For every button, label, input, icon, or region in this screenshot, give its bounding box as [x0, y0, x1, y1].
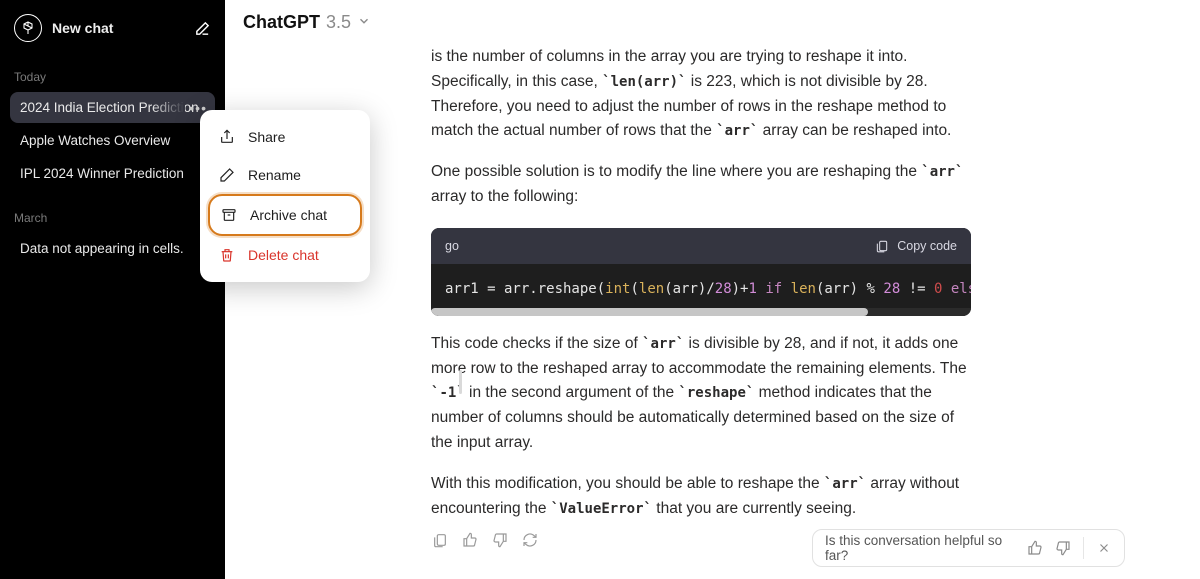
- inline-code: reshape: [678, 385, 754, 401]
- code-block: go Copy code arr1 = arr.reshape(int(len(…: [431, 228, 971, 316]
- sidebar-item-label: Apple Watches Overview: [20, 133, 170, 148]
- trash-icon: [218, 246, 236, 264]
- openai-logo-icon: [14, 14, 42, 42]
- thumbs-up-icon[interactable]: [461, 531, 479, 549]
- new-chat-label: New chat: [52, 20, 183, 36]
- feedback-bar: Is this conversation helpful so far?: [812, 529, 1125, 567]
- inline-code: arr: [716, 123, 758, 139]
- new-chat-button[interactable]: New chat: [6, 8, 219, 48]
- sidebar-group-march: March Data not appearing in cells.: [6, 211, 219, 264]
- sidebar-item[interactable]: 2024 India Election Prediction •••: [10, 92, 215, 123]
- clipboard-icon: [873, 237, 891, 255]
- sidebar-item[interactable]: IPL 2024 Winner Prediction: [10, 158, 215, 189]
- clipboard-icon[interactable]: [431, 531, 449, 549]
- model-name: ChatGPT: [243, 12, 320, 33]
- scrollbar-thumb[interactable]: [431, 308, 868, 316]
- paragraph: With this modification, you should be ab…: [431, 472, 971, 522]
- menu-label: Rename: [248, 167, 301, 183]
- pencil-icon: [218, 166, 236, 184]
- code-block-body[interactable]: arr1 = arr.reshape(int(len(arr)/28)+1 if…: [431, 264, 971, 316]
- menu-share[interactable]: Share: [208, 118, 362, 156]
- menu-archive[interactable]: Archive chat: [208, 194, 362, 236]
- chevron-down-icon: [357, 12, 371, 33]
- menu-rename[interactable]: Rename: [208, 156, 362, 194]
- code-block-header: go Copy code: [431, 228, 971, 264]
- assistant-message: is the number of columns in the array yo…: [431, 45, 971, 521]
- inline-code: arr: [642, 336, 684, 352]
- thumbs-down-icon[interactable]: [491, 531, 509, 549]
- sidebar-item-label: IPL 2024 Winner Prediction: [20, 166, 184, 181]
- menu-label: Delete chat: [248, 247, 319, 263]
- inline-code: ValueError: [551, 501, 652, 517]
- regenerate-icon[interactable]: [521, 531, 539, 549]
- inline-code: len(arr): [602, 74, 686, 90]
- sidebar-item-label: Data not appearing in cells.: [20, 241, 184, 256]
- inline-code: arr: [921, 164, 963, 180]
- copy-code-label: Copy code: [897, 236, 957, 256]
- edit-icon[interactable]: [193, 19, 211, 37]
- close-icon[interactable]: [1096, 539, 1112, 557]
- sidebar-group-label: March: [14, 211, 211, 225]
- sidebar: New chat Today 2024 India Election Predi…: [0, 0, 225, 579]
- menu-label: Archive chat: [250, 207, 327, 223]
- paragraph: One possible solution is to modify the l…: [431, 160, 971, 210]
- divider: [1083, 537, 1084, 559]
- scrollbar-thumb[interactable]: [459, 370, 462, 394]
- inline-code: arr: [824, 476, 866, 492]
- thumbs-down-icon[interactable]: [1055, 539, 1071, 557]
- fade-overlay: [151, 92, 185, 123]
- code-scrollbar[interactable]: [431, 308, 971, 316]
- menu-delete[interactable]: Delete chat: [208, 236, 362, 274]
- share-icon: [218, 128, 236, 146]
- chat-context-menu: Share Rename Archive chat Delete chat: [200, 110, 370, 282]
- menu-label: Share: [248, 129, 285, 145]
- sidebar-item[interactable]: Apple Watches Overview: [10, 125, 215, 156]
- sidebar-group-label: Today: [14, 70, 211, 84]
- sidebar-group-today: Today 2024 India Election Prediction •••…: [6, 70, 219, 189]
- model-selector[interactable]: ChatGPT 3.5: [225, 0, 1200, 45]
- paragraph: This code checks if the size of arr is d…: [431, 332, 971, 456]
- feedback-prompt: Is this conversation helpful so far?: [825, 533, 1003, 563]
- conversation-content: is the number of columns in the array yo…: [225, 45, 1200, 549]
- sidebar-item[interactable]: Data not appearing in cells.: [10, 233, 215, 264]
- paragraph: is the number of columns in the array yo…: [431, 45, 971, 144]
- model-version: 3.5: [326, 12, 351, 33]
- code-lang: go: [445, 236, 459, 256]
- code-line: arr1 = arr.reshape(int(len(arr)/28)+1 if…: [445, 281, 971, 297]
- main-area: ChatGPT 3.5 is the number of columns in …: [225, 0, 1200, 579]
- thumbs-up-icon[interactable]: [1027, 539, 1043, 557]
- archive-icon: [220, 206, 238, 224]
- copy-code-button[interactable]: Copy code: [873, 236, 957, 256]
